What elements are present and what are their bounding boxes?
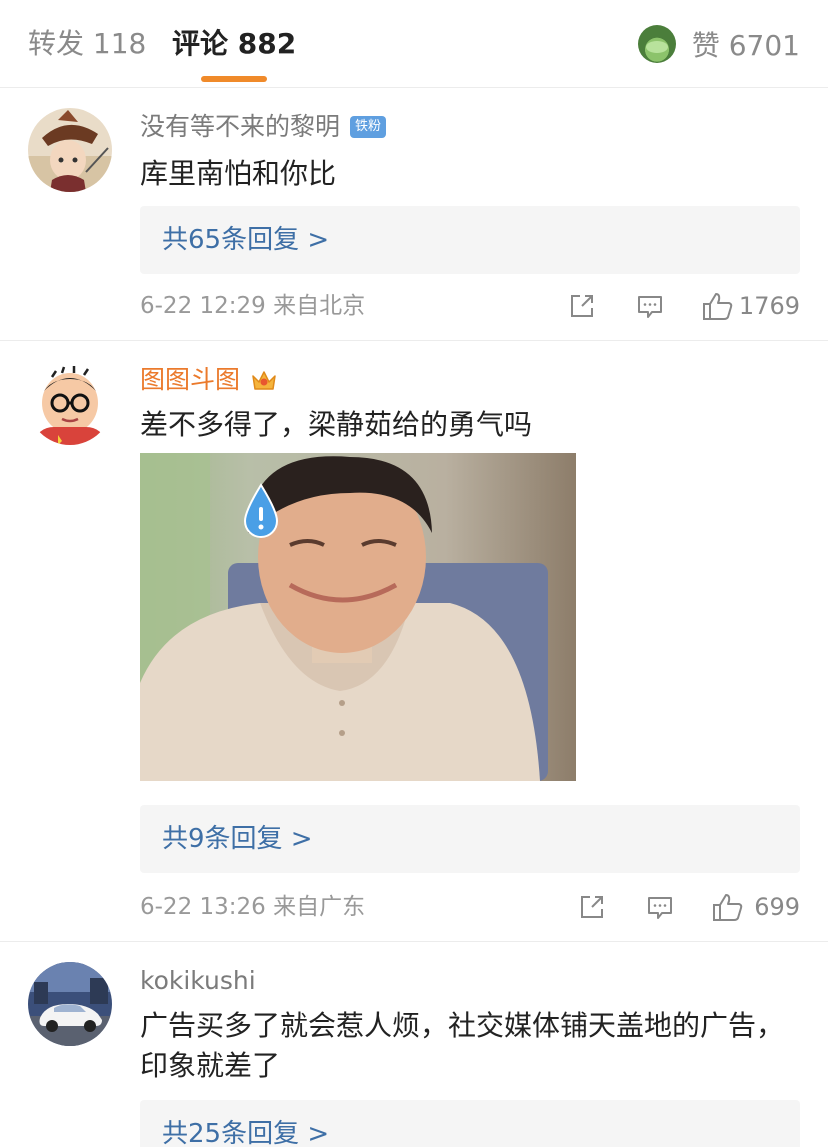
comment-meta: 6-22 12:29 来自北京 <box>140 293 366 319</box>
comment-icon[interactable] <box>636 292 664 320</box>
replies-link[interactable]: 共65条回复 > <box>140 206 800 274</box>
comment-icon[interactable] <box>646 893 674 921</box>
username[interactable]: 没有等不来的黎明 铁粉 <box>140 110 387 144</box>
username-text: 图图斗图 <box>140 365 241 394</box>
like-count: 1769 <box>738 292 800 320</box>
username-text: 没有等不来的黎明 <box>140 112 341 141</box>
comment-footer: 6-22 12:29 来自北京 1769 <box>140 286 800 326</box>
active-tab-indicator <box>201 76 267 82</box>
comment-item: 图图斗图 差不多得了，梁静茹给的勇气吗 共9条回复 > 6-22 13:26 来… <box>0 341 828 942</box>
thumbs-up-icon[interactable] <box>712 892 744 922</box>
username[interactable]: kokikushi <box>140 964 256 998</box>
comment-text: 差不多得了，梁静茹给的勇气吗 <box>140 408 533 441</box>
comment-item: 没有等不来的黎明 铁粉 库里南怕和你比 共65条回复 > 6-22 12:29 … <box>0 88 828 341</box>
replies-label: 共25条回复 > <box>162 1119 330 1147</box>
like-summary[interactable]: 赞 6701 <box>637 25 800 63</box>
username-text: kokikushi <box>140 966 256 995</box>
fan-badge: 铁粉 <box>350 116 387 138</box>
tab-repost[interactable]: 转发 118 <box>28 26 146 62</box>
avatar[interactable] <box>28 361 112 445</box>
share-icon[interactable] <box>578 893 606 921</box>
comment-text: 库里南怕和你比 <box>140 157 337 190</box>
replies-label: 共65条回复 > <box>162 225 330 255</box>
liker-avatar <box>637 25 676 63</box>
sweat-drop-icon <box>243 483 279 538</box>
comment-image[interactable] <box>140 453 576 781</box>
share-icon[interactable] <box>568 292 596 320</box>
comment-text: 广告买多了就会惹人烦，社交媒体铺天盖地的广告，印象就差了 <box>140 1009 785 1082</box>
username[interactable]: 图图斗图 <box>140 363 278 397</box>
crown-icon <box>252 371 276 390</box>
replies-link[interactable]: 共9条回复 > <box>140 805 800 873</box>
like-count: 699 <box>754 893 800 921</box>
comment-footer: 6-22 13:26 来自广东 699 <box>140 887 800 927</box>
comment-tabbar: 转发 118 评论 882 赞 6701 <box>0 0 828 88</box>
like-total: 赞 6701 <box>691 29 800 62</box>
tab-comment[interactable]: 评论 882 <box>172 26 296 62</box>
avatar[interactable] <box>28 108 112 192</box>
comment-item: kokikushi 广告买多了就会惹人烦，社交媒体铺天盖地的广告，印象就差了 共… <box>0 942 828 1147</box>
avatar[interactable] <box>28 962 112 1046</box>
comment-meta: 6-22 13:26 来自广东 <box>140 894 366 920</box>
replies-label: 共9条回复 > <box>162 824 313 854</box>
thumbs-up-icon[interactable] <box>702 291 734 321</box>
replies-link[interactable]: 共25条回复 > <box>140 1100 800 1147</box>
